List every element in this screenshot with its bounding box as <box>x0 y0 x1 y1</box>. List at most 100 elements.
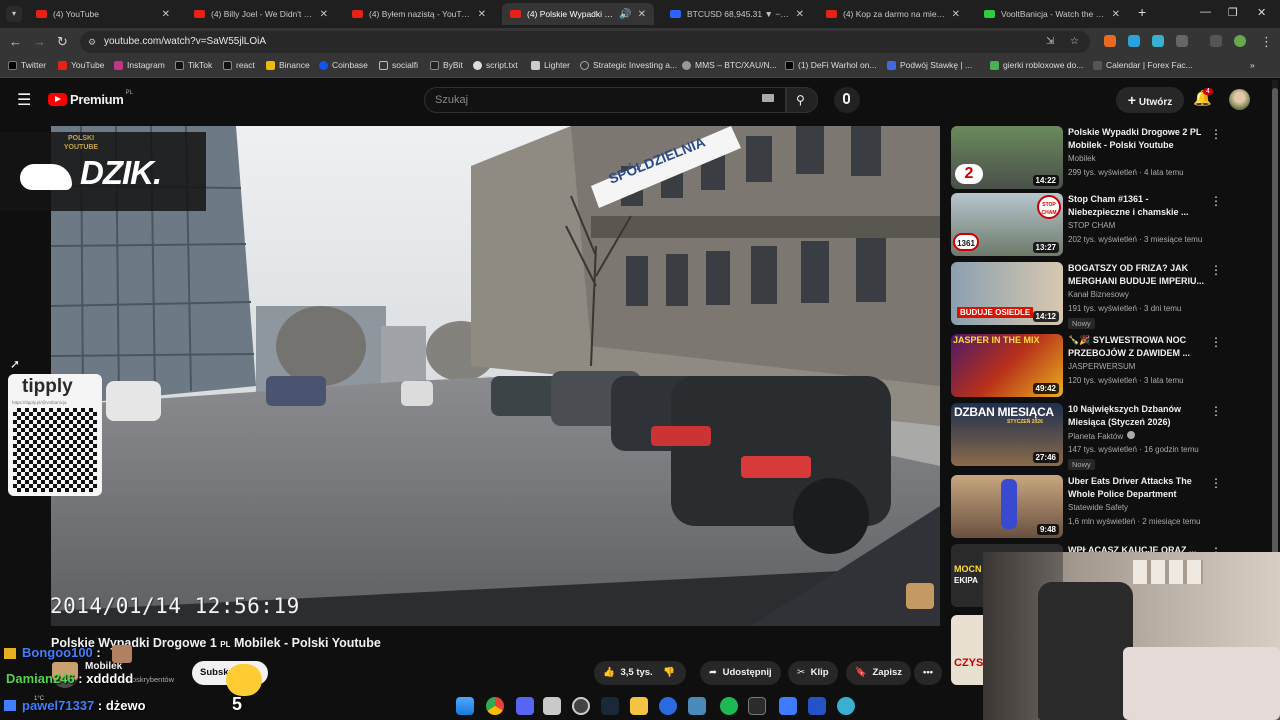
bookmark-item[interactable]: MMS – BTC/XAU/N... <box>682 60 777 70</box>
bookmark-item[interactable]: Instagram <box>114 60 165 70</box>
close-icon[interactable]: ✕ <box>478 9 486 20</box>
video-thumbnail[interactable]: BUDUJE OSIEDLE 14:12 <box>951 262 1063 325</box>
recommendation-item[interactable]: JASPER IN THE MIX 49:42 🍾🎉 SYLWESTROWA N… <box>951 334 1223 400</box>
recommendation-item[interactable]: BUDUJE OSIEDLE 14:12 BOGATSZY OD FRIZA? … <box>951 262 1223 329</box>
install-icon[interactable]: ⇲ <box>1046 31 1054 53</box>
bookmark-item[interactable]: Binance <box>266 60 310 70</box>
back-icon[interactable]: ← <box>9 34 22 49</box>
browser-tab[interactable]: (4) Byłem nazistą - YouTube ✕ <box>344 3 494 25</box>
hamburger-menu-icon[interactable]: ☰ <box>17 90 31 110</box>
extension-blue-icon[interactable] <box>1128 35 1140 47</box>
extension-fox-icon[interactable] <box>1104 35 1116 47</box>
browser-tab[interactable]: (4) Billy Joel - We Didn't Start The Fir… <box>186 3 336 25</box>
video-title[interactable]: 10 Największych Dzbanów Miesiąca (Stycze… <box>1068 403 1208 429</box>
steam-icon[interactable] <box>601 697 619 715</box>
video-thumbnail[interactable]: 9:48 <box>951 475 1063 538</box>
like-dislike-group[interactable]: 👍 3,5 tys. 👎 <box>594 661 686 685</box>
obs-icon[interactable] <box>572 697 590 715</box>
bookmark-item[interactable]: socialfi <box>379 60 418 70</box>
account-avatar[interactable] <box>1229 89 1250 110</box>
channel-name[interactable]: Planeta Faktów <box>1068 431 1136 441</box>
bookmark-item[interactable]: Twitter <box>8 60 46 70</box>
spotify-icon[interactable] <box>720 697 738 715</box>
bookmark-star-icon[interactable]: ☆ <box>1070 31 1079 53</box>
chrome-icon[interactable] <box>486 697 504 715</box>
video-title[interactable]: Stop Cham #1361 - Niebezpieczne i chamsk… <box>1068 193 1208 219</box>
network-icon[interactable] <box>688 697 706 715</box>
minimize-icon[interactable]: — <box>1200 6 1211 18</box>
bookmark-item[interactable]: gierki robloxowe do... <box>990 60 1083 70</box>
video-thumbnail[interactable]: 1361 STOP CHAM 13:27 <box>951 193 1063 256</box>
more-options-icon[interactable]: ⋮ <box>1210 127 1222 141</box>
thumbs-up-icon[interactable]: 👍 <box>603 667 615 678</box>
youtube-logo[interactable]: Premium PL <box>48 90 133 107</box>
recommendation-item[interactable]: 9:48 Uber Eats Driver Attacks The Whole … <box>951 475 1223 541</box>
close-icon[interactable]: ✕ <box>320 9 328 20</box>
reload-icon[interactable]: ↻ <box>57 34 68 50</box>
video-title[interactable]: Uber Eats Driver Attacks The Whole Polic… <box>1068 475 1208 501</box>
video-thumbnail[interactable]: 2 14:22 <box>951 126 1063 189</box>
bookmark-item[interactable]: Calendar | Forex Fac... <box>1093 60 1193 70</box>
more-bookmarks-icon[interactable]: » <box>1250 60 1255 70</box>
bookmark-item[interactable]: Lighter <box>531 60 570 70</box>
tab-search-icon[interactable]: ▾ <box>6 6 22 22</box>
profile-avatar-icon[interactable] <box>1234 35 1246 47</box>
voice-search-button[interactable] <box>834 87 860 113</box>
browser-tab-active[interactable]: (4) Polskie Wypadki Drogowe 🔊 ✕ <box>502 3 654 25</box>
more-options-icon[interactable]: ⋮ <box>1210 194 1222 208</box>
close-icon[interactable]: ✕ <box>638 9 646 20</box>
bookmark-item[interactable]: Coinbase <box>319 60 368 70</box>
globe-browser-icon[interactable] <box>837 697 855 715</box>
create-button[interactable]: + Utwórz <box>1116 87 1184 113</box>
extensions-puzzle-icon[interactable] <box>1176 35 1188 47</box>
bookmark-item[interactable]: TikTok <box>175 60 212 70</box>
video-title[interactable]: 🍾🎉 SYLWESTROWA NOC PRZEBOJÓW Z DAWIDEM .… <box>1068 334 1208 360</box>
url-input[interactable]: ⚙ youtube.com/watch?v=SaW55jlLOiA ⇲ ☆ <box>80 31 1090 53</box>
file-explorer-icon[interactable] <box>630 697 648 715</box>
video-thumbnail[interactable]: CZYS <box>951 615 983 685</box>
windows-start-icon[interactable] <box>456 697 474 715</box>
bookmark-item[interactable]: Strategic Investing a... <box>580 60 677 70</box>
menu-dots-icon[interactable]: ⋮ <box>1260 34 1273 50</box>
bookmark-item[interactable]: script.txt <box>473 60 518 70</box>
x-app-icon[interactable] <box>808 697 826 715</box>
close-icon[interactable]: ✕ <box>162 9 170 20</box>
site-info-icon[interactable]: ⚙ <box>88 31 96 53</box>
scrollbar-thumb[interactable] <box>1272 88 1278 558</box>
recommendation-item[interactable]: DZBAN MIESIĄCA STYCZEŃ 2026 27:46 10 Naj… <box>951 403 1223 470</box>
bookmark-item[interactable]: (1) DeFi Warhol on... <box>785 60 877 70</box>
notepad-icon[interactable] <box>543 697 561 715</box>
bookmark-item[interactable]: ByBit <box>430 60 463 70</box>
terminal-icon[interactable] <box>748 697 766 715</box>
browser-tab[interactable]: (4) YouTube ✕ <box>28 3 178 25</box>
channel-name[interactable]: STOP CHAM <box>1068 221 1115 230</box>
search-button[interactable]: ⚲ <box>786 87 818 113</box>
maximize-icon[interactable]: ❐ <box>1228 6 1238 19</box>
reading-list-icon[interactable] <box>1210 35 1222 47</box>
speaker-icon[interactable]: 🔊 <box>619 9 631 20</box>
forward-icon[interactable]: → <box>33 34 46 49</box>
channel-name[interactable]: JASPERWERSUM <box>1068 362 1135 371</box>
recommendation-item[interactable]: 1361 STOP CHAM 13:27 Stop Cham #1361 - N… <box>951 193 1223 259</box>
bookmark-item[interactable]: YouTube <box>58 60 104 70</box>
more-options-icon[interactable]: ⋮ <box>1210 263 1222 277</box>
video-thumbnail[interactable]: DZBAN MIESIĄCA STYCZEŃ 2026 27:46 <box>951 403 1063 466</box>
bluesky-icon[interactable] <box>779 697 797 715</box>
keyboard-icon[interactable] <box>762 94 774 102</box>
video-title[interactable]: BOGATSZY OD FRIZA? JAK MERGHANI BUDUJE I… <box>1068 262 1208 288</box>
share-button[interactable]: ➦ Udostępnij <box>700 661 781 685</box>
save-button[interactable]: 🔖 Zapisz <box>846 661 912 685</box>
window-close-icon[interactable]: ✕ <box>1257 6 1266 19</box>
discord-icon[interactable] <box>516 697 534 715</box>
channel-name[interactable]: Mobilek <box>1068 154 1096 163</box>
close-icon[interactable]: ✕ <box>1112 9 1120 20</box>
search-input[interactable]: Szukaj <box>424 87 786 113</box>
new-tab-icon[interactable]: + <box>1138 4 1146 20</box>
video-thumbnail[interactable]: JASPER IN THE MIX 49:42 <box>951 334 1063 397</box>
browser-tab[interactable]: VooltBanicja - Watch the VOD ✕ <box>976 3 1128 25</box>
bookmark-item[interactable]: react <box>223 60 255 70</box>
more-options-icon[interactable]: ⋮ <box>1210 335 1222 349</box>
thumbs-down-icon[interactable]: 👎 <box>663 667 675 678</box>
more-actions-button[interactable]: ••• <box>914 661 942 685</box>
browser-tab[interactable]: (4) Kop za darmo na miescie # ✕ <box>818 3 968 25</box>
